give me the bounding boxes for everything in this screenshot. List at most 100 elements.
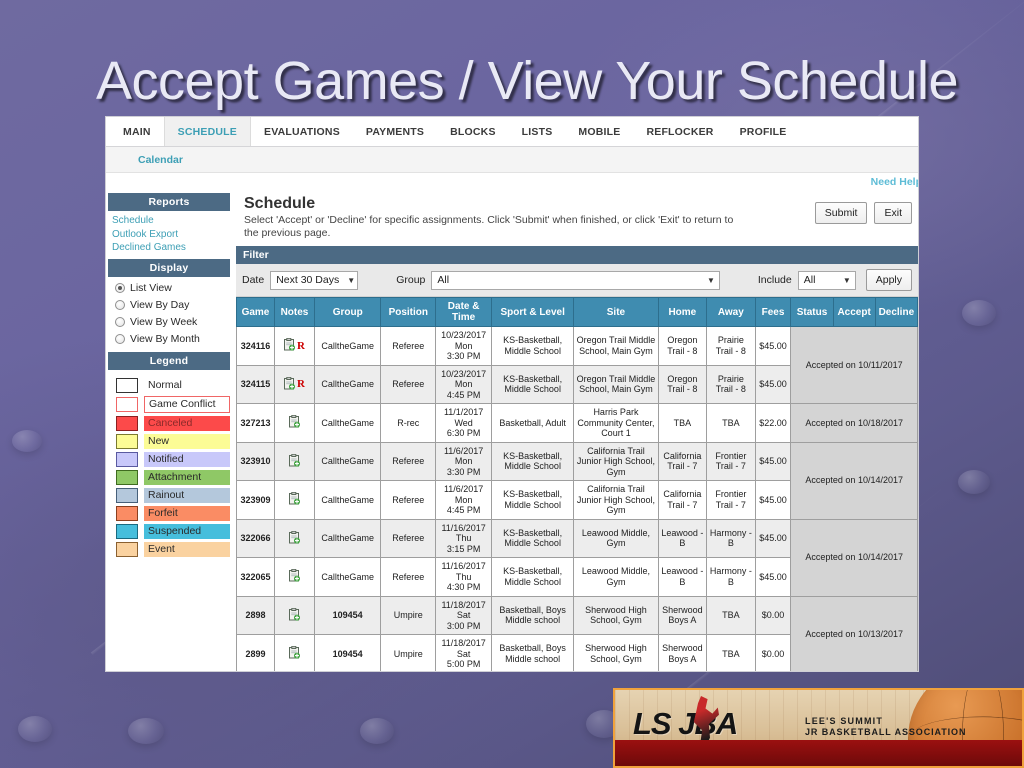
attachment-icon[interactable]: [288, 645, 300, 662]
column-header-fees[interactable]: Fees: [754, 297, 792, 327]
cell-game-id[interactable]: 2899: [236, 634, 275, 671]
cell-game-id[interactable]: 2898: [236, 595, 275, 635]
radio-icon[interactable]: [115, 283, 125, 293]
cell-group[interactable]: CalltheGame: [313, 518, 382, 558]
cell-site[interactable]: Sherwood High School, Gym: [573, 634, 659, 671]
attachment-icon[interactable]: [288, 414, 300, 431]
cell-home[interactable]: Sherwood Boys A: [657, 595, 708, 635]
cell-site[interactable]: Harris Park Community Center, Court 1: [573, 403, 659, 443]
tab-lists[interactable]: LISTS: [508, 117, 566, 146]
need-help-link[interactable]: Need Help: [871, 176, 918, 188]
cell-group[interactable]: CalltheGame: [313, 441, 382, 481]
tab-blocks[interactable]: BLOCKS: [437, 117, 509, 146]
cell-home[interactable]: Oregon Trail - 8: [657, 364, 708, 404]
cell-home[interactable]: Sherwood Boys A: [657, 634, 708, 671]
column-header-position[interactable]: Position: [380, 297, 437, 327]
cell-notes[interactable]: [273, 403, 315, 443]
table-row[interactable]: 327213 CalltheGame R-rec 11/1/2017 Wed 6:30 P…: [236, 403, 918, 443]
cell-notes[interactable]: R: [273, 326, 315, 366]
cell-notes[interactable]: [273, 634, 315, 671]
attachment-icon[interactable]: [288, 607, 300, 624]
column-header-home[interactable]: Home: [657, 297, 708, 327]
table-row[interactable]: 323910 CalltheGame Referee 11/6/2017 Mon 3:30…: [236, 441, 918, 520]
column-header-group[interactable]: Group: [313, 297, 382, 327]
cell-site[interactable]: California Trail Junior High School, Gym: [573, 441, 659, 481]
cell-notes[interactable]: [273, 441, 315, 481]
display-option-view-by-week[interactable]: View By Week: [112, 314, 230, 331]
cell-home[interactable]: Leawood - B: [657, 557, 708, 597]
radio-icon[interactable]: [115, 317, 125, 327]
submit-button[interactable]: Submit: [814, 202, 868, 224]
radio-icon[interactable]: [115, 300, 125, 310]
report-link-declined-games[interactable]: Declined Games: [112, 241, 230, 255]
cell-game-id[interactable]: 324115: [236, 364, 275, 404]
cell-home[interactable]: Oregon Trail - 8: [657, 326, 708, 366]
cell-group[interactable]: CalltheGame: [313, 403, 382, 443]
cell-game-id[interactable]: 323910: [236, 441, 275, 481]
cell-home[interactable]: TBA: [657, 403, 708, 443]
attachment-icon[interactable]: [288, 530, 300, 547]
column-header-site[interactable]: Site: [573, 297, 659, 327]
cell-game-id[interactable]: 327213: [236, 403, 275, 443]
column-header-status[interactable]: Status: [790, 297, 834, 327]
date-filter-select[interactable]: Next 30 Days ▼: [270, 270, 359, 290]
cell-game-id[interactable]: 324116: [236, 326, 275, 366]
cell-home[interactable]: California Trail - 7: [657, 441, 708, 481]
cell-notes[interactable]: [273, 595, 315, 635]
cell-notes[interactable]: R: [273, 364, 315, 404]
radio-icon[interactable]: [115, 334, 125, 344]
attachment-icon[interactable]: [283, 376, 295, 393]
include-filter-select[interactable]: All ▼: [797, 270, 856, 290]
cell-home[interactable]: Leawood - B: [657, 518, 708, 558]
column-header-date-time[interactable]: Date & Time: [435, 297, 493, 327]
group-filter-select[interactable]: All ▼: [431, 270, 720, 290]
table-row[interactable]: 322066 CalltheGame Referee 11/16/2017 Thu 3:1…: [236, 518, 918, 597]
tab-payments[interactable]: PAYMENTS: [352, 117, 438, 146]
table-row[interactable]: 324116 R CalltheGame Referee 10/23/2017 Mon 3:…: [236, 326, 918, 404]
tab-profile[interactable]: PROFILE: [726, 117, 800, 146]
table-row[interactable]: 2898 109454 Umpire 11/18/2017 Sat 3:00 PM Bask…: [236, 595, 918, 671]
cell-group[interactable]: 109454: [313, 595, 382, 635]
cell-notes[interactable]: [273, 518, 315, 558]
cell-group[interactable]: CalltheGame: [313, 326, 382, 366]
exit-button[interactable]: Exit: [874, 202, 912, 224]
column-header-sport-level[interactable]: Sport & Level: [491, 297, 575, 327]
column-header-game[interactable]: Game: [236, 297, 275, 327]
display-option-view-by-month[interactable]: View By Month: [112, 331, 230, 348]
cell-home[interactable]: California Trail - 7: [657, 480, 708, 520]
tab-reflocker[interactable]: REFLOCKER: [633, 117, 727, 146]
display-option-list-view[interactable]: List View: [112, 280, 230, 297]
cell-site[interactable]: Leawood Middle, Gym: [573, 518, 659, 558]
cell-site[interactable]: Sherwood High School, Gym: [573, 595, 659, 635]
column-header-decline[interactable]: Decline: [874, 297, 918, 327]
cell-site[interactable]: California Trail Junior High School, Gym: [573, 480, 659, 520]
cell-notes[interactable]: [273, 557, 315, 597]
cell-game-id[interactable]: 323909: [236, 480, 275, 520]
report-link-schedule[interactable]: Schedule: [112, 214, 230, 228]
column-header-away[interactable]: Away: [706, 297, 756, 327]
column-header-notes[interactable]: Notes: [273, 297, 315, 327]
cell-group[interactable]: 109454: [313, 634, 382, 671]
cell-site[interactable]: Leawood Middle, Gym: [573, 557, 659, 597]
apply-filter-button[interactable]: Apply: [865, 269, 912, 291]
cell-game-id[interactable]: 322065: [236, 557, 275, 597]
cell-group[interactable]: CalltheGame: [313, 364, 382, 404]
attachment-icon[interactable]: [288, 568, 300, 585]
report-link-outlook-export[interactable]: Outlook Export: [112, 228, 230, 242]
attachment-icon[interactable]: [288, 453, 300, 470]
tab-mobile[interactable]: MOBILE: [565, 117, 634, 146]
cell-notes[interactable]: [273, 480, 315, 520]
display-option-view-by-day[interactable]: View By Day: [112, 297, 230, 314]
tab-schedule[interactable]: SCHEDULE: [163, 117, 251, 146]
tab-evaluations[interactable]: EVALUATIONS: [251, 117, 353, 146]
cell-site[interactable]: Oregon Trail Middle School, Main Gym: [573, 326, 659, 366]
cell-group[interactable]: CalltheGame: [313, 557, 382, 597]
cell-game-id[interactable]: 322066: [236, 518, 275, 558]
column-header-accept[interactable]: Accept: [832, 297, 876, 327]
attachment-icon[interactable]: [283, 337, 295, 354]
cell-group[interactable]: CalltheGame: [313, 480, 382, 520]
cell-site[interactable]: Oregon Trail Middle School, Main Gym: [573, 364, 659, 404]
sidebar-item-calendar[interactable]: Calendar: [138, 154, 183, 166]
tab-main[interactable]: MAIN: [110, 117, 164, 146]
attachment-icon[interactable]: [288, 491, 300, 508]
